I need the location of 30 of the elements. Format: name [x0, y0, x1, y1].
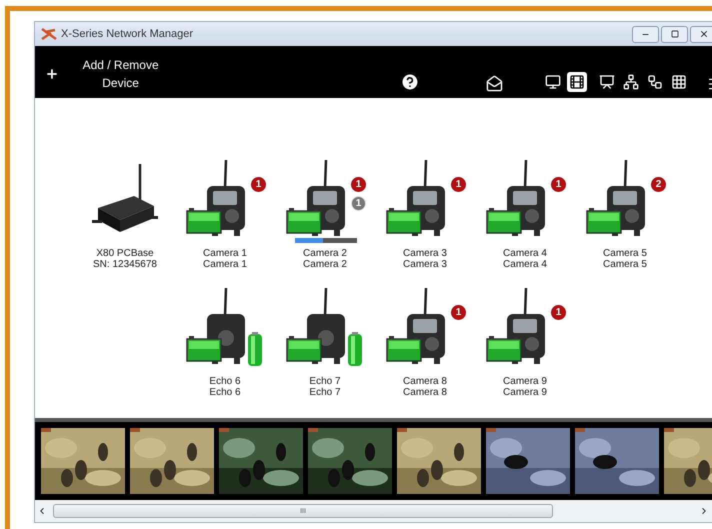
device-label: Camera 3 [403, 248, 447, 259]
pending-count: 1 [351, 196, 366, 211]
device-label: SN: 12345678 [93, 259, 157, 270]
add-remove-device-button[interactable]: Add / Remove Device [45, 56, 178, 92]
device-label: Echo 6 [209, 387, 241, 398]
device-label: Echo 6 [209, 376, 241, 387]
device-label: Camera 8 [403, 376, 447, 387]
alert-count: 1 [551, 305, 566, 320]
device-label: Camera 9 [503, 387, 547, 398]
device-label: Echo 7 [309, 387, 341, 398]
device-label: Camera 8 [403, 387, 447, 398]
device-label: Camera 9 [503, 376, 547, 387]
device-label: Camera 3 [403, 259, 447, 270]
alert-count: 1 [251, 177, 266, 192]
device-label: Camera 4 [503, 259, 547, 270]
device-label: Camera 4 [503, 248, 547, 259]
device-label: Camera 2 [303, 259, 347, 270]
device-label: X80 PCBase [96, 248, 154, 259]
alert-count: 1 [451, 305, 466, 320]
device-label: Camera 1 [203, 259, 247, 270]
device-label: Camera 2 [303, 248, 347, 259]
alert-count: 2 [651, 177, 666, 192]
alert-count: 1 [351, 177, 366, 192]
alert-count: 1 [551, 177, 566, 192]
device-label: Camera 1 [203, 248, 247, 259]
device-label: Camera 5 [603, 248, 647, 259]
window-title: X-Series Network Manager [61, 26, 194, 42]
alert-count: 1 [451, 177, 466, 192]
device-label: Camera 5 [603, 259, 647, 270]
device-label: Echo 7 [309, 376, 341, 387]
